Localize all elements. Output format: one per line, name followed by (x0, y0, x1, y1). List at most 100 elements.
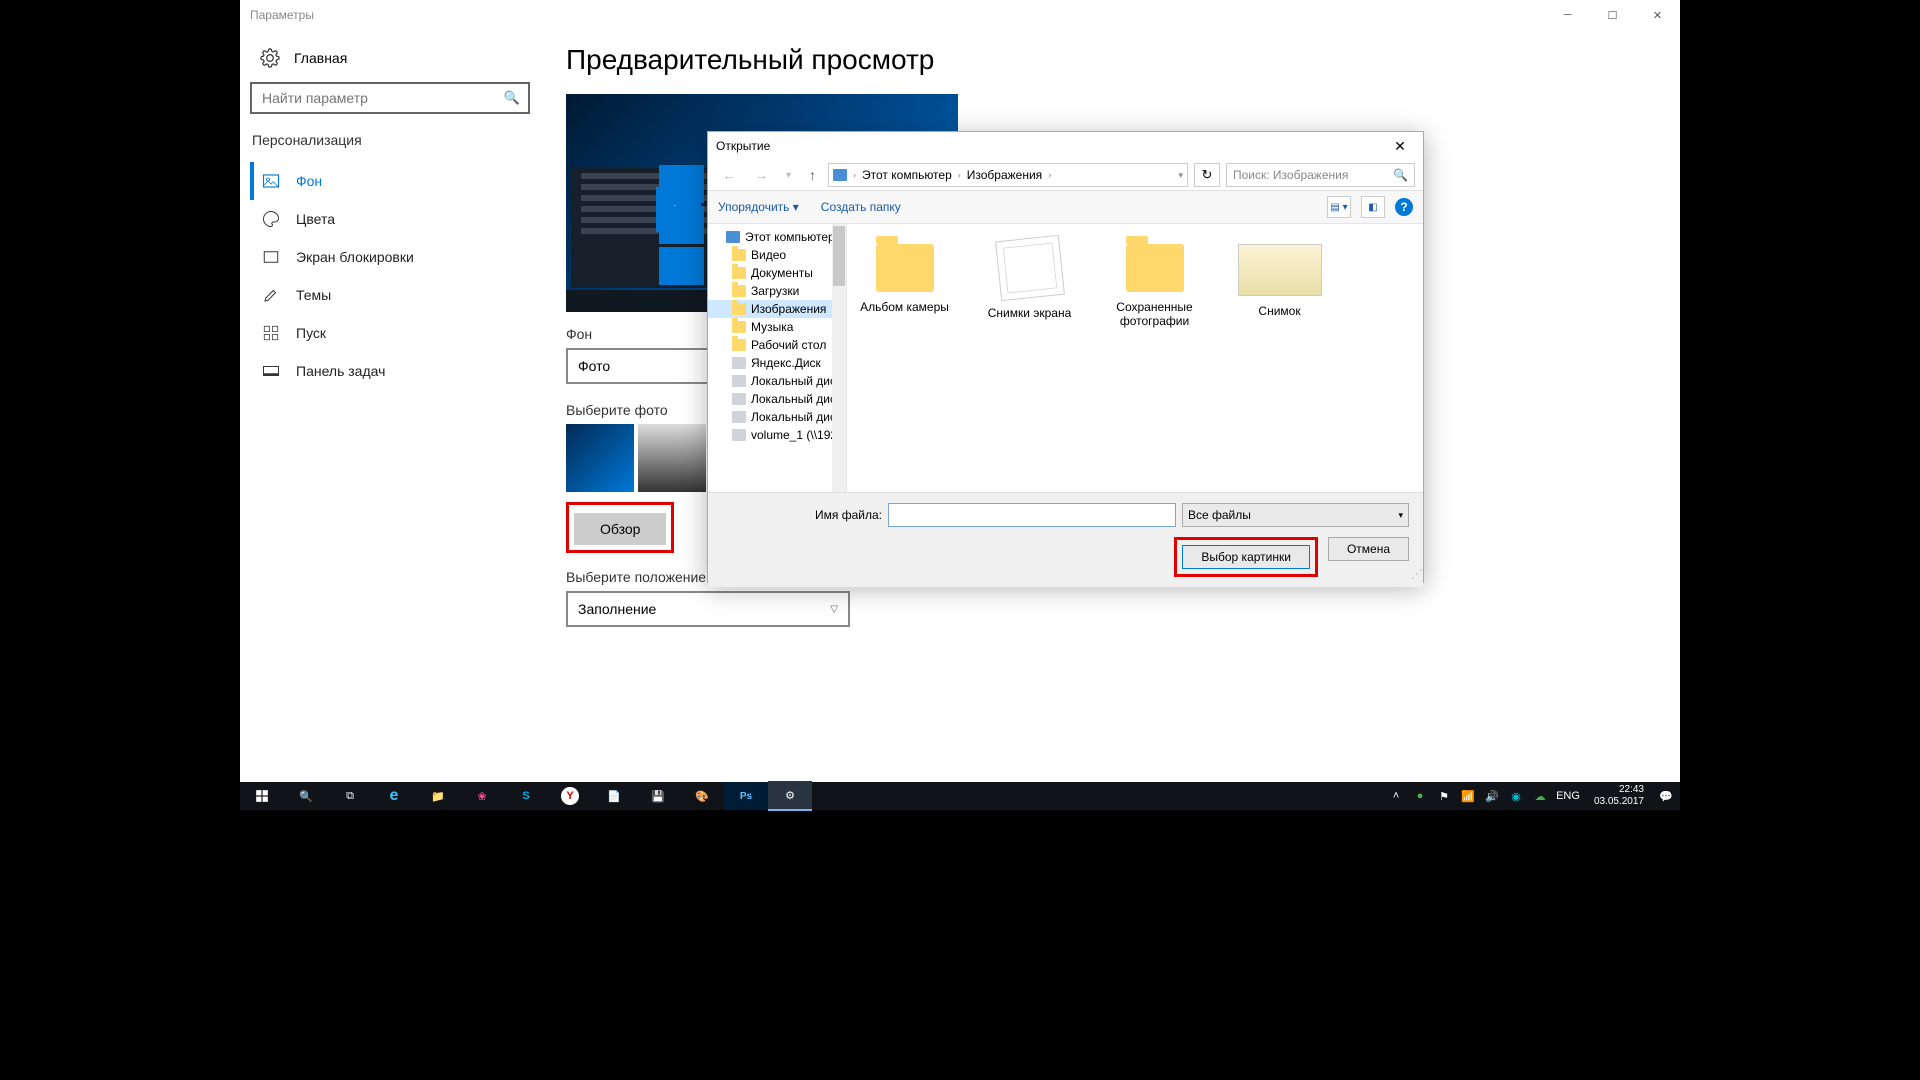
help-icon[interactable]: ? (1395, 198, 1413, 216)
language-indicator[interactable]: ENG (1556, 790, 1580, 802)
tree-label: Локальный диск (751, 374, 841, 388)
position-value: Заполнение (578, 601, 656, 617)
search-button[interactable]: 🔍 (284, 782, 328, 810)
tree-item[interactable]: Загрузки (708, 282, 846, 300)
tree-item[interactable]: Рабочий стол (708, 336, 846, 354)
search-input[interactable] (260, 89, 494, 107)
nav-label: Цвета (296, 211, 335, 227)
new-folder-button[interactable]: Создать папку (821, 200, 901, 214)
filename-label: Имя файла: (722, 508, 882, 522)
nav-background[interactable]: Фон (250, 162, 540, 200)
save-app[interactable]: 💾 (636, 782, 680, 810)
tree-item[interactable]: Локальный диск (708, 372, 846, 390)
back-button[interactable]: ← (716, 167, 742, 183)
folder-icon (732, 321, 746, 333)
notepad-app[interactable]: 📄 (592, 782, 636, 810)
yandex-app[interactable]: Y (561, 787, 579, 805)
chevron-right-icon: › (1048, 170, 1051, 180)
edge-app[interactable]: e (372, 782, 416, 810)
task-view-button[interactable]: ⧉ (328, 782, 372, 810)
file-item[interactable]: Альбом камеры (857, 234, 952, 314)
folder-icon (876, 244, 934, 292)
filename-input[interactable] (888, 503, 1176, 527)
settings-app[interactable]: ⚙ (768, 781, 812, 811)
browse-button[interactable]: Обзор (574, 513, 666, 545)
taskbar-icon (262, 362, 280, 380)
photoshop-app[interactable]: Ps (724, 782, 768, 810)
tree-item[interactable]: Яндекс.Диск (708, 354, 846, 372)
highlight-browse: Обзор (566, 502, 674, 553)
nav-taskbar[interactable]: Панель задач (250, 352, 540, 390)
forward-button[interactable]: → (748, 167, 774, 183)
address-dropdown-icon[interactable]: ▾ (1178, 170, 1183, 181)
file-label: Снимок (1232, 304, 1327, 318)
pc-icon (833, 169, 847, 181)
nav-themes[interactable]: Темы (250, 276, 540, 314)
file-item[interactable]: Сохраненные фотографии (1107, 234, 1202, 328)
taskbar: 🔍 ⧉ e 📁 ❀ S Y 📄 💾 🎨 Ps ⚙ ˄ ● ⚑ 📶 🔊 ◉ ☁ E… (240, 782, 1680, 810)
home-label: Главная (294, 50, 347, 66)
close-button[interactable]: ✕ (1635, 0, 1680, 30)
photo-thumb[interactable] (566, 424, 634, 492)
up-button[interactable]: ↑ (803, 167, 822, 183)
chevron-right-icon: › (853, 170, 856, 180)
tree-item[interactable]: Изображения (708, 300, 846, 318)
recent-button[interactable]: ▾ (780, 170, 797, 181)
dialog-search[interactable]: Поиск: Изображения 🔍 (1226, 163, 1415, 187)
folder-icon (732, 285, 746, 297)
folder-icon (732, 267, 746, 279)
breadcrumb[interactable]: Этот компьютер (862, 168, 952, 182)
tree-scrollbar[interactable] (832, 224, 846, 492)
search-box[interactable]: 🔍 (250, 82, 530, 114)
file-label: Снимки экрана (982, 306, 1077, 320)
start-button[interactable] (240, 782, 284, 810)
wifi-icon[interactable]: 📶 (1460, 788, 1476, 804)
tray-icon[interactable]: ☁ (1532, 788, 1548, 804)
tray-chevron-icon[interactable]: ˄ (1388, 788, 1404, 804)
tray-icon[interactable]: ● (1412, 788, 1428, 804)
search-icon: 🔍 (504, 90, 520, 106)
file-item[interactable]: Снимки экрана (982, 234, 1077, 320)
position-select[interactable]: Заполнение ▽ (566, 591, 850, 627)
address-bar[interactable]: › Этот компьютер › Изображения › ▾ (828, 163, 1188, 187)
volume-icon[interactable]: 🔊 (1484, 788, 1500, 804)
explorer-app[interactable]: 📁 (416, 782, 460, 810)
tray-icon[interactable]: ◉ (1508, 788, 1524, 804)
highlight-open: Выбор картинки (1174, 537, 1318, 577)
folder-icon (1126, 244, 1184, 292)
cancel-button[interactable]: Отмена (1328, 537, 1409, 561)
organize-menu[interactable]: Упорядочить ▾ (718, 200, 799, 214)
open-button[interactable]: Выбор картинки (1182, 545, 1310, 569)
clock[interactable]: 22:43 03.05.2017 (1588, 784, 1650, 808)
tree-item[interactable]: volume_1 (\\192 (708, 426, 846, 444)
tree-item[interactable]: Локальный диск (708, 408, 846, 426)
file-item[interactable]: Снимок (1232, 234, 1327, 318)
nav-start[interactable]: Пуск (250, 314, 540, 352)
refresh-button[interactable]: ↻ (1194, 163, 1220, 187)
minimize-button[interactable]: ─ (1545, 0, 1590, 30)
app-icon[interactable]: ❀ (460, 782, 504, 810)
resize-grip[interactable]: ⋰ (1411, 570, 1421, 580)
photo-thumb[interactable] (638, 424, 706, 492)
tree-item[interactable]: Этот компьютер (708, 228, 846, 246)
home-link[interactable]: Главная (250, 40, 540, 76)
filetype-select[interactable]: Все файлы ▾ (1182, 503, 1409, 527)
dialog-close-button[interactable]: ✕ (1385, 138, 1415, 155)
notifications-icon[interactable]: 💬 (1658, 788, 1674, 804)
tree-item[interactable]: Видео (708, 246, 846, 264)
nav-lockscreen[interactable]: Экран блокировки (250, 238, 540, 276)
breadcrumb[interactable]: Изображения (967, 168, 1042, 182)
tree-item[interactable]: Музыка (708, 318, 846, 336)
paint-app[interactable]: 🎨 (680, 782, 724, 810)
view-mode-button[interactable]: ▤ ▾ (1327, 196, 1351, 218)
tray-icon[interactable]: ⚑ (1436, 788, 1452, 804)
tree-label: Изображения (751, 302, 826, 316)
skype-app[interactable]: S (504, 782, 548, 810)
tree-item[interactable]: Документы (708, 264, 846, 282)
maximize-button[interactable]: ☐ (1590, 0, 1635, 30)
nav-label: Фон (296, 173, 322, 189)
tree-item[interactable]: Локальный диск (708, 390, 846, 408)
nav-colors[interactable]: Цвета (250, 200, 540, 238)
dialog-title-bar: Открытие ✕ (708, 132, 1423, 160)
preview-pane-button[interactable]: ◧ (1361, 196, 1385, 218)
